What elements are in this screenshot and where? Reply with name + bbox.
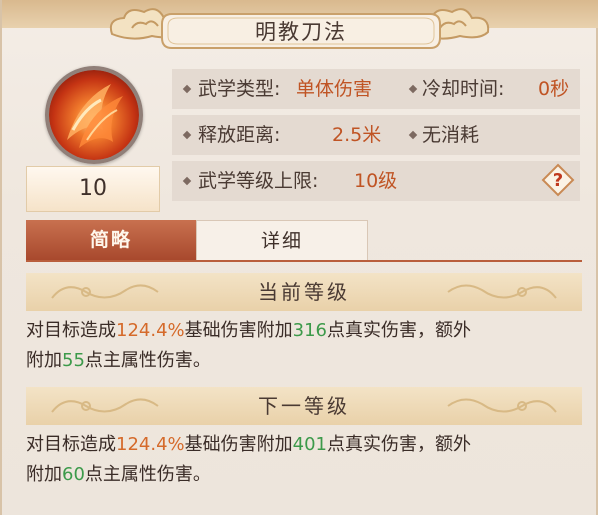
help-question-icon: ? [553,170,563,191]
next-level-description: 对目标造成124.4%基础伤害附加401点真实伤害，额外 附加60点主属性伤害。 [26,430,586,490]
cooldown-value: 0秒 [538,78,570,100]
desc-text: 基础伤害附加 [184,320,293,341]
type-value: 单体伤害 [296,78,373,100]
skill-icon-frame [45,66,143,164]
desc-line: 附加55点主属性伤害。 [26,346,586,376]
bullet-diamond-icon [182,176,192,186]
bullet-diamond-icon [182,84,192,94]
desc-text: 附加 [26,350,62,371]
max-level-value: 10级 [354,170,398,192]
attribute-damage-value: 60 [62,464,85,485]
desc-line: 对目标造成124.4%基础伤害附加401点真实伤害，额外 [26,430,586,460]
current-level-title: 当前等级 [258,280,350,304]
swirl-ornament-icon [51,284,159,299]
true-damage-value: 316 [292,320,327,341]
bullet-diamond-icon [408,84,418,94]
desc-line: 附加60点主属性伤害。 [26,460,586,490]
next-level-title: 下一等级 [258,394,350,418]
desc-text: 点主属性伤害。 [84,350,211,371]
damage-percent: 124.4% [116,320,185,341]
desc-text: 点主属性伤害。 [84,464,211,485]
skill-title: 明教刀法 [255,20,347,44]
swirl-ornament-icon [447,398,557,413]
swirl-ornament-icon [447,284,557,299]
swirl-ornament-icon [51,398,159,413]
max-level-label: 武学等级上限: [198,170,319,192]
desc-text: 对目标造成 [26,320,116,341]
tab-bar: 简略 详细 [26,220,582,262]
tab-summary[interactable]: 简略 [26,220,196,260]
current-level-description: 对目标造成124.4%基础伤害附加316点真实伤害，额外 附加55点主属性伤害。 [26,316,586,376]
help-button[interactable]: ? [541,163,575,197]
range-value: 2.5米 [332,124,382,146]
skill-level-box: 10 [26,166,160,212]
tab-detail[interactable]: 详细 [196,220,368,260]
damage-percent: 124.4% [116,434,185,455]
skill-detail-panel: 明教刀法 10 武学类型: 单体伤害 冷却时间: 0秒 释放距离: 2.5米 无… [0,0,598,515]
bullet-diamond-icon [408,130,418,140]
desc-text: 点真实伤害，额外 [327,320,471,341]
current-level-header: 当前等级 [26,273,582,311]
desc-text: 对目标造成 [26,434,116,455]
attribute-damage-value: 55 [62,350,85,371]
desc-line: 对目标造成124.4%基础伤害附加316点真实伤害，额外 [26,316,586,346]
next-level-header: 下一等级 [26,387,582,425]
type-label: 武学类型: [198,78,281,100]
cost-value: 无消耗 [422,124,480,146]
true-damage-value: 401 [292,434,327,455]
bullet-diamond-icon [182,130,192,140]
info-row-range-cost: 释放距离: 2.5米 无消耗 [172,115,580,155]
range-label: 释放距离: [198,124,281,146]
desc-text: 点真实伤害，额外 [327,434,471,455]
info-row-max-level: 武学等级上限: 10级 [172,161,580,201]
flame-blade-icon [49,70,139,160]
desc-text: 基础伤害附加 [184,434,293,455]
desc-text: 附加 [26,464,62,485]
info-row-type-cooldown: 武学类型: 单体伤害 冷却时间: 0秒 [172,69,580,109]
cooldown-label: 冷却时间: [422,78,505,100]
